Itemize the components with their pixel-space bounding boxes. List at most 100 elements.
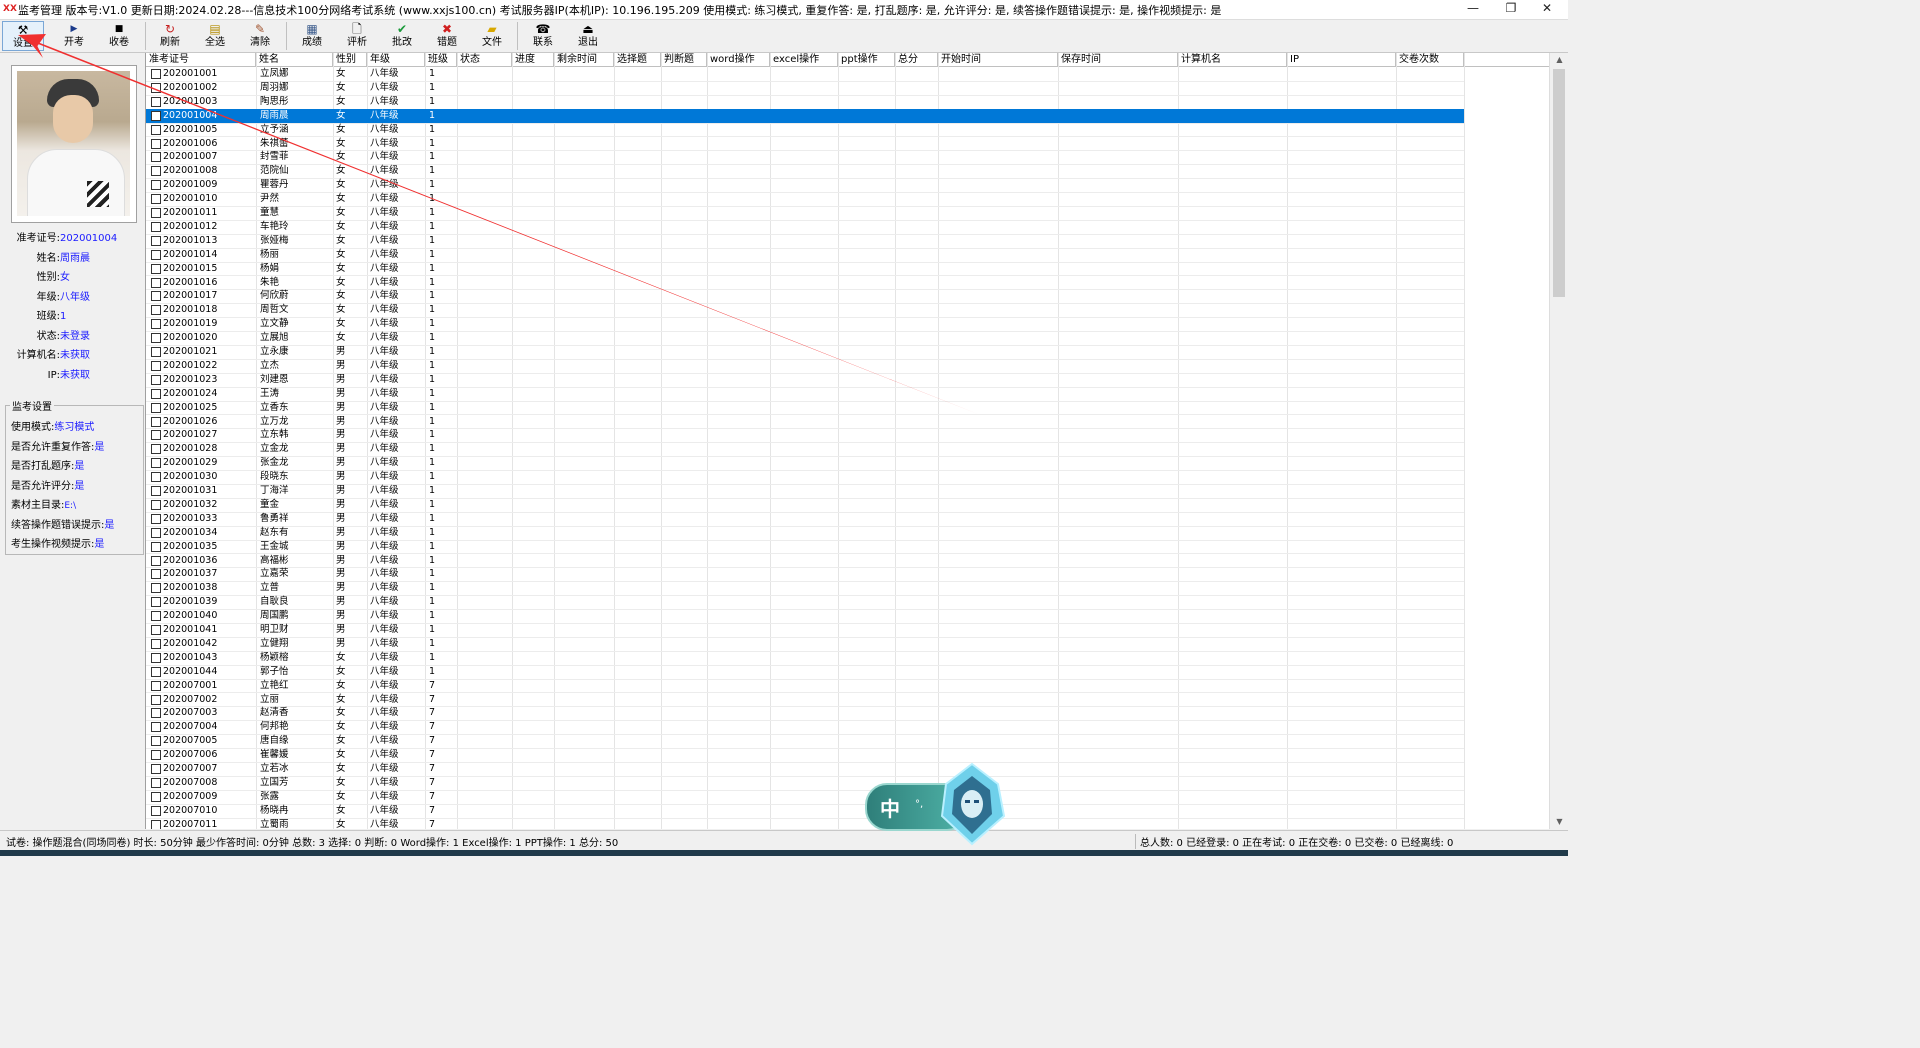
table-row[interactable]: 202001030 段晓东 男 八年级 1 — [146, 470, 1464, 485]
row-checkbox[interactable] — [151, 680, 161, 691]
table-row[interactable]: 202007007 立若冰 女 八年级 7 — [146, 762, 1464, 777]
row-checkbox[interactable] — [151, 416, 161, 427]
collect-papers-button[interactable]: ■ 收卷 — [98, 21, 140, 51]
row-checkbox[interactable] — [151, 736, 161, 747]
analysis-button[interactable]: 🗋 评析 — [336, 21, 378, 51]
row-checkbox[interactable] — [151, 569, 161, 580]
table-row[interactable]: 202001038 立普 男 八年级 1 — [146, 581, 1464, 597]
row-checkbox[interactable] — [151, 110, 161, 121]
column-header[interactable]: 开始时间 — [938, 53, 1058, 66]
row-checkbox[interactable] — [151, 360, 161, 371]
row-checkbox[interactable] — [151, 583, 161, 594]
table-row[interactable]: 202007010 杨晓冉 女 八年级 7 — [146, 804, 1464, 819]
select-all-button[interactable]: ▤ 全选 — [194, 21, 236, 51]
table-row[interactable]: 202001016 朱艳 女 八年级 1 — [146, 276, 1464, 291]
row-checkbox[interactable] — [151, 652, 161, 663]
ime-mode-label[interactable]: 中 — [880, 793, 900, 822]
table-row[interactable]: 202001005 立予涵 女 八年级 1 — [146, 123, 1464, 138]
row-checkbox[interactable] — [151, 694, 161, 705]
contact-button[interactable]: ☎ 联系 — [522, 21, 564, 51]
vertical-scrollbar[interactable]: ▲ ▼ — [1549, 53, 1569, 829]
row-checkbox[interactable] — [151, 513, 161, 524]
row-checkbox[interactable] — [151, 82, 161, 93]
table-row[interactable]: 202001010 尹然 女 八年级 1 — [146, 192, 1464, 207]
row-checkbox[interactable] — [151, 555, 161, 566]
exit-button[interactable]: ⏏ 退出 — [567, 21, 609, 51]
ime-punctuation-label[interactable]: °, — [915, 799, 923, 810]
table-row[interactable]: 202007005 唐自缘 女 八年级 7 — [146, 734, 1464, 750]
row-checkbox[interactable] — [151, 96, 161, 107]
column-header[interactable]: 判断题 — [661, 53, 707, 66]
row-checkbox[interactable] — [151, 708, 161, 719]
scroll-down-icon[interactable]: ▼ — [1550, 815, 1569, 829]
table-row[interactable]: 202007006 崔馨媛 女 八年级 7 — [146, 748, 1464, 763]
table-row[interactable]: 202001029 张金龙 男 八年级 1 — [146, 456, 1464, 472]
table-row[interactable]: 202007002 立丽 女 八年级 7 — [146, 693, 1464, 708]
column-header[interactable]: 交卷次数 — [1396, 53, 1464, 66]
table-row[interactable]: 202001034 赵东有 男 八年级 1 — [146, 526, 1464, 541]
row-checkbox[interactable] — [151, 166, 161, 177]
column-header[interactable]: excel操作 — [770, 53, 838, 66]
row-checkbox[interactable] — [151, 777, 161, 788]
row-checkbox[interactable] — [151, 458, 161, 469]
row-checkbox[interactable] — [151, 374, 161, 385]
table-row[interactable]: 202001019 立文静 女 八年级 1 — [146, 317, 1464, 333]
table-row[interactable]: 202001004 周雨晨 女 八年级 1 — [146, 108, 1464, 124]
table-row[interactable]: 202001026 立万龙 男 八年级 1 — [146, 415, 1464, 430]
row-checkbox[interactable] — [151, 625, 161, 635]
table-row[interactable]: 202001027 立东韩 男 八年级 1 — [146, 428, 1464, 444]
table-row[interactable]: 202001013 张娅梅 女 八年级 1 — [146, 234, 1464, 249]
row-checkbox[interactable] — [151, 597, 161, 608]
table-row[interactable]: 202001008 范院仙 女 八年级 1 — [146, 164, 1464, 180]
table-row[interactable]: 202001025 立香东 男 八年级 1 — [146, 401, 1464, 416]
table-row[interactable]: 202001036 高福彬 男 八年级 1 — [146, 554, 1464, 569]
row-checkbox[interactable] — [151, 263, 161, 274]
table-row[interactable]: 202001023 刘建恩 男 八年级 1 — [146, 373, 1464, 388]
column-header[interactable]: IP — [1287, 53, 1396, 66]
row-checkbox[interactable] — [151, 750, 161, 761]
table-row[interactable]: 202001007 封雪菲 女 八年级 1 — [146, 150, 1464, 166]
row-checkbox[interactable] — [151, 305, 161, 316]
row-checkbox[interactable] — [151, 819, 161, 829]
column-header[interactable]: 班级 — [425, 53, 457, 66]
table-row[interactable]: 202001043 杨颖榕 女 八年级 1 — [146, 651, 1464, 666]
ime-avatar-icon[interactable] — [936, 762, 1008, 846]
table-row[interactable]: 202001002 周羽娜 女 八年级 1 — [146, 81, 1464, 96]
table-row[interactable]: 202001042 立健翔 男 八年级 1 — [146, 637, 1464, 652]
table-row[interactable]: 202001044 郭子怡 女 八年级 1 — [146, 665, 1464, 680]
row-checkbox[interactable] — [151, 430, 161, 441]
row-checkbox[interactable] — [151, 319, 161, 330]
row-checkbox[interactable] — [151, 347, 161, 357]
table-row[interactable]: 202007011 立蜀雨 女 八年级 7 — [146, 818, 1464, 829]
column-header[interactable]: 进度 — [512, 53, 554, 66]
row-checkbox[interactable] — [151, 235, 161, 246]
row-checkbox[interactable] — [151, 764, 161, 774]
column-header[interactable]: word操作 — [707, 53, 770, 66]
table-row[interactable]: 202001001 立凤娜 女 八年级 1 — [146, 67, 1464, 82]
close-button[interactable]: ✕ — [1530, 0, 1564, 19]
row-checkbox[interactable] — [151, 138, 161, 149]
table-row[interactable]: 202001037 立嘉荣 男 八年级 1 — [146, 567, 1464, 583]
row-checkbox[interactable] — [151, 541, 161, 552]
refresh-button[interactable]: ↻ 刷新 — [149, 21, 191, 51]
row-checkbox[interactable] — [151, 124, 161, 135]
table-row[interactable]: 202001006 朱祺蕾 女 八年级 1 — [146, 137, 1464, 152]
row-checkbox[interactable] — [151, 180, 161, 191]
row-checkbox[interactable] — [151, 472, 161, 483]
table-row[interactable]: 202001020 立展旭 女 八年级 1 — [146, 331, 1464, 346]
table-row[interactable]: 202001018 周哲文 女 八年级 1 — [146, 303, 1464, 319]
grade-button[interactable]: ✔ 批改 — [381, 21, 423, 51]
row-checkbox[interactable] — [151, 805, 161, 816]
scrollbar-thumb[interactable] — [1553, 69, 1565, 297]
table-row[interactable]: 202001028 立金龙 男 八年级 1 — [146, 442, 1464, 458]
row-checkbox[interactable] — [151, 444, 161, 455]
row-checkbox[interactable] — [151, 666, 161, 677]
table-row[interactable]: 202007001 立艳红 女 八年级 7 — [146, 679, 1464, 694]
table-row[interactable]: 202007004 何邦艳 女 八年级 7 — [146, 720, 1464, 736]
table-row[interactable]: 202001012 车艳玲 女 八年级 1 — [146, 220, 1464, 235]
column-header[interactable]: 总分 — [895, 53, 938, 66]
row-checkbox[interactable] — [151, 221, 161, 232]
table-row[interactable]: 202001031 丁海洋 男 八年级 1 — [146, 484, 1464, 499]
table-row[interactable]: 202001017 何欣蔚 女 八年级 1 — [146, 289, 1464, 305]
table-row[interactable]: 202001040 周国鹏 男 八年级 1 — [146, 609, 1464, 624]
